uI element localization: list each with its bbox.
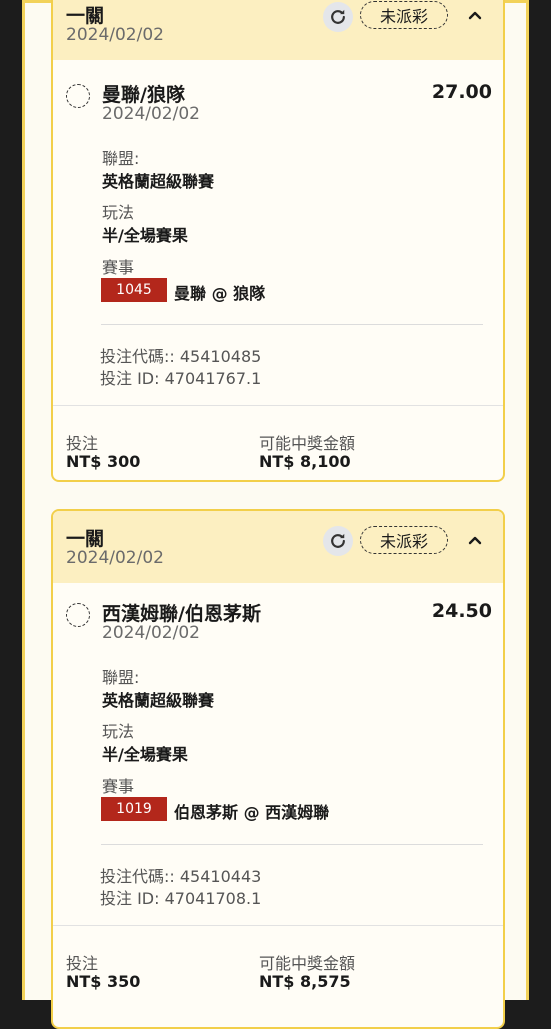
market-label: 玩法 xyxy=(102,722,135,741)
bet-code: 投注代碼:: 45410485 xyxy=(100,347,262,366)
refresh-button[interactable] xyxy=(323,2,353,32)
bet-type: 一關 xyxy=(66,5,105,27)
league-label: 聯盟: xyxy=(102,149,140,168)
bet-history-page: 一關 2024/02/02 未派彩 曼聯/狼隊 27.00 2024/02/02… xyxy=(22,0,529,1029)
bet-id: 投注 ID: 47041708.1 xyxy=(100,889,262,908)
bet-card: 一關 2024/02/02 未派彩 曼聯/狼隊 27.00 2024/02/02… xyxy=(51,0,505,482)
bet-card-header[interactable]: 一關 2024/02/02 未派彩 xyxy=(53,0,503,60)
status-badge: 未派彩 xyxy=(360,1,448,29)
divider xyxy=(101,324,483,325)
league-value: 英格蘭超級聯賽 xyxy=(102,691,215,710)
bet-id: 投注 ID: 47041767.1 xyxy=(100,369,262,388)
stake-label: 投注 xyxy=(66,434,99,453)
bet-code: 投注代碼:: 45410443 xyxy=(100,867,262,886)
selection-status-circle xyxy=(66,84,90,108)
footer-divider xyxy=(53,925,503,926)
league-label: 聯盟: xyxy=(102,668,140,687)
selection-name: 曼聯/狼隊 xyxy=(102,84,185,106)
market-value: 半/全場賽果 xyxy=(102,226,188,245)
league-value: 英格蘭超級聯賽 xyxy=(102,172,215,191)
collapse-button[interactable] xyxy=(465,5,485,25)
event-label: 賽事 xyxy=(102,777,135,796)
bet-card: 一關 2024/02/02 未派彩 西漢姆聯/伯恩茅斯 24.50 2024/0… xyxy=(51,509,505,1029)
payout-value: NT$ 8,575 xyxy=(259,972,351,991)
bet-date: 2024/02/02 xyxy=(66,25,164,45)
collapse-button[interactable] xyxy=(465,530,485,550)
stake-value: NT$ 300 xyxy=(66,452,141,471)
event-id-badge: 1045 xyxy=(101,278,167,302)
market-label: 玩法 xyxy=(102,203,135,222)
event-id-badge: 1019 xyxy=(101,797,167,821)
selection-date: 2024/02/02 xyxy=(102,623,200,643)
bet-date: 2024/02/02 xyxy=(66,548,164,568)
refresh-button[interactable] xyxy=(323,526,353,556)
refresh-icon xyxy=(331,533,345,548)
event-name: 伯恩茅斯 @ 西漢姆聯 xyxy=(174,803,330,822)
payout-label: 可能中獎金額 xyxy=(259,434,356,453)
selection-odds: 27.00 xyxy=(431,81,492,103)
stake-label: 投注 xyxy=(66,954,99,973)
payout-value: NT$ 8,100 xyxy=(259,452,351,471)
footer-divider xyxy=(53,405,503,406)
selection-odds: 24.50 xyxy=(431,600,492,622)
selection-date: 2024/02/02 xyxy=(102,104,200,124)
event-label: 賽事 xyxy=(102,258,135,277)
bet-type: 一關 xyxy=(66,528,105,550)
market-value: 半/全場賽果 xyxy=(102,745,188,764)
chevron-up-icon xyxy=(468,536,482,545)
chevron-up-icon xyxy=(468,11,482,20)
bet-card-header[interactable]: 一關 2024/02/02 未派彩 xyxy=(53,511,503,583)
status-badge: 未派彩 xyxy=(360,526,448,554)
stake-value: NT$ 350 xyxy=(66,972,141,991)
selection-name: 西漢姆聯/伯恩茅斯 xyxy=(102,603,261,625)
refresh-icon xyxy=(331,9,345,24)
selection-status-circle xyxy=(66,603,90,627)
divider xyxy=(101,844,483,845)
payout-label: 可能中獎金額 xyxy=(259,954,356,973)
event-name: 曼聯 @ 狼隊 xyxy=(174,284,266,303)
